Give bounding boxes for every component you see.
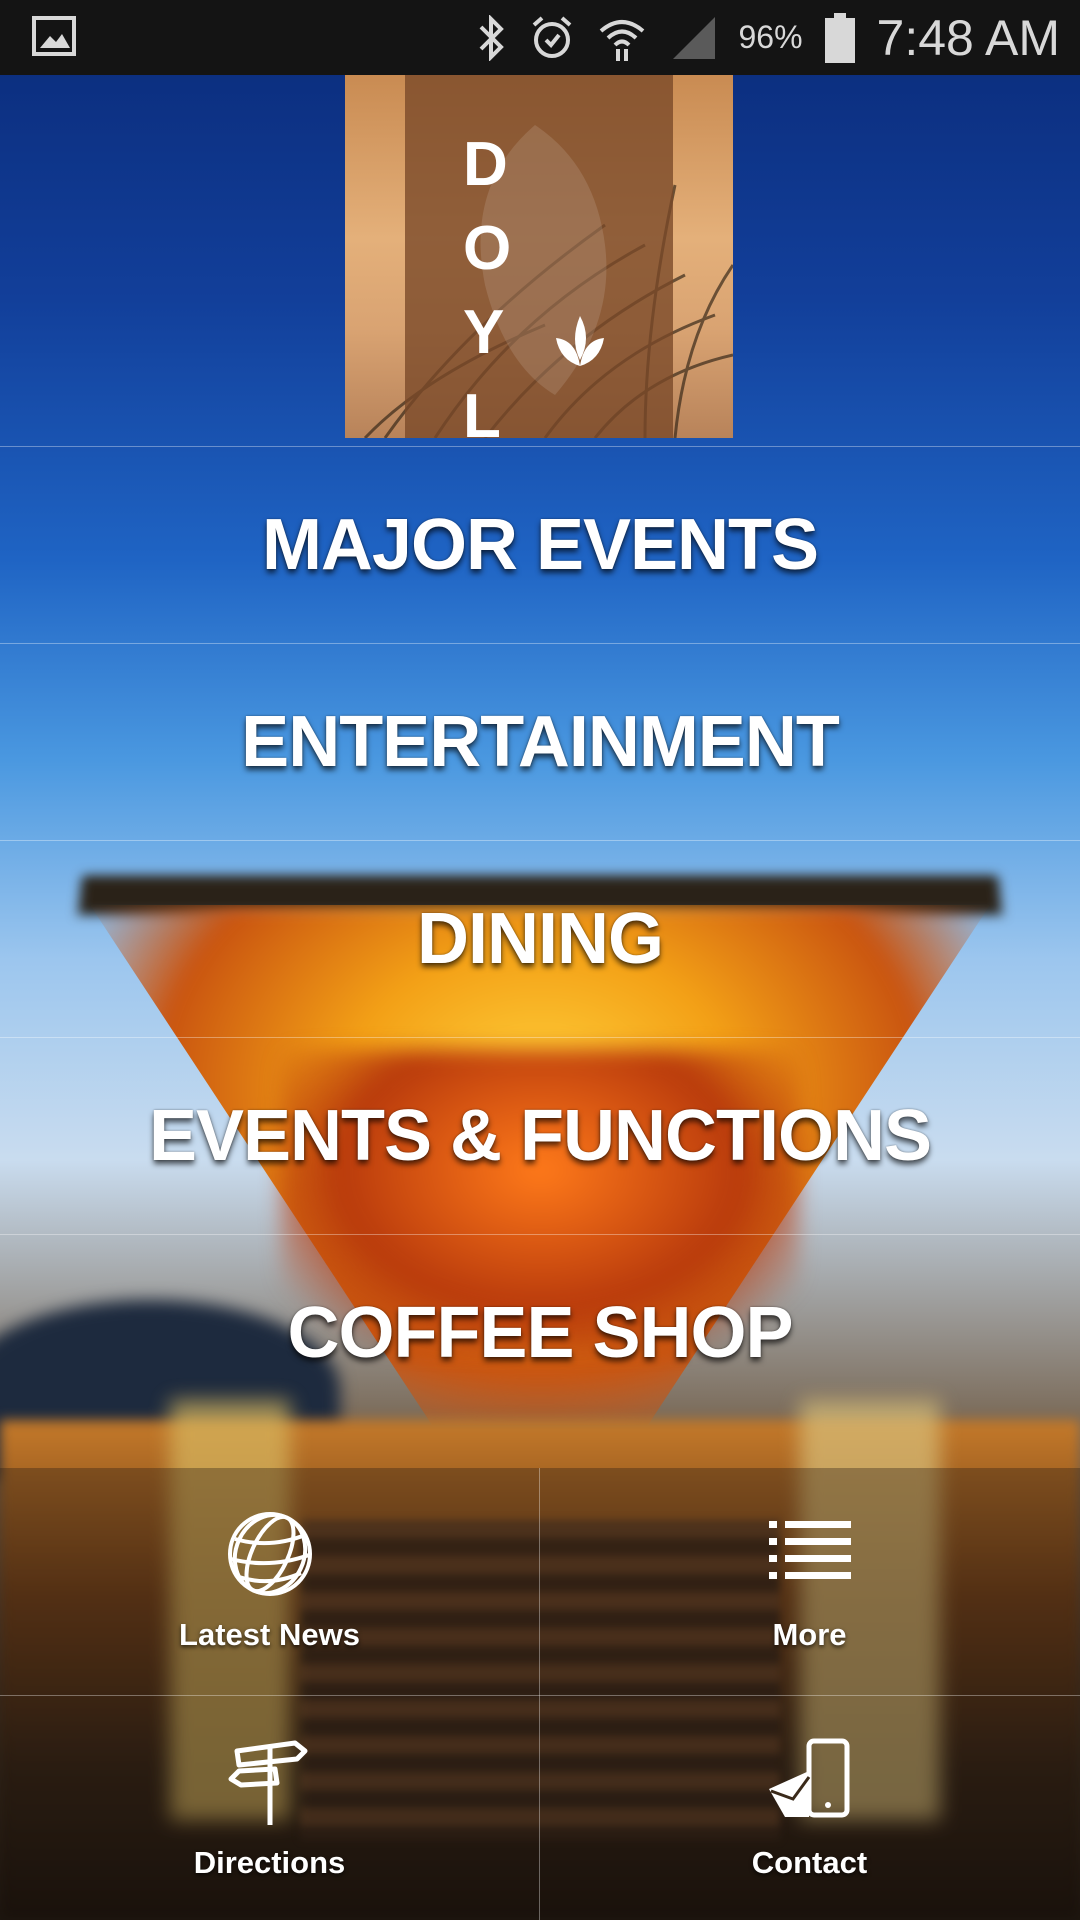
menu-item-dining[interactable]: DINING bbox=[0, 840, 1080, 1037]
wifi-icon bbox=[599, 19, 644, 61]
menu-item-entertainment[interactable]: ENTERTAINMENT bbox=[0, 643, 1080, 840]
alarm-icon bbox=[532, 15, 571, 58]
leaf-icon bbox=[556, 316, 604, 366]
doylo-logo: D O Y L O bbox=[345, 75, 733, 438]
clock: 7:48 AM bbox=[876, 9, 1060, 66]
menu-item-major-events[interactable]: MAJOR EVENTS bbox=[0, 446, 1080, 643]
latest-news-label: Latest News bbox=[179, 1617, 360, 1652]
gallery-icon bbox=[32, 16, 76, 56]
menu-item-label: ENTERTAINMENT bbox=[241, 702, 840, 782]
phone-message-icon bbox=[768, 1738, 849, 1818]
menu-item-coffee-shop[interactable]: COFFEE SHOP bbox=[0, 1234, 1080, 1431]
bottom-nav-grid: Latest News More Directions Contact bbox=[0, 1468, 1080, 1920]
battery-percent: 96% bbox=[738, 19, 803, 55]
contact-button[interactable]: Contact bbox=[540, 1696, 1079, 1920]
list-icon bbox=[768, 1521, 851, 1579]
status-bar: 96% 7:48 AM bbox=[0, 0, 1080, 75]
menu-item-label: EVENTS & FUNCTIONS bbox=[148, 1096, 932, 1176]
battery-icon bbox=[824, 12, 855, 63]
menu-item-events-functions[interactable]: EVENTS & FUNCTIONS bbox=[0, 1037, 1080, 1234]
more-label: More bbox=[772, 1617, 847, 1652]
menu-item-label: MAJOR EVENTS bbox=[261, 505, 819, 585]
bluetooth-icon bbox=[479, 14, 504, 61]
directions-button[interactable]: Directions bbox=[0, 1696, 539, 1920]
contact-label: Contact bbox=[751, 1845, 868, 1880]
menu-item-label: COFFEE SHOP bbox=[287, 1293, 793, 1373]
signal-icon bbox=[672, 16, 715, 59]
globe-icon bbox=[227, 1512, 312, 1596]
logo-letters: D O Y L O bbox=[463, 130, 546, 438]
latest-news-button[interactable]: Latest News bbox=[0, 1468, 539, 1694]
signpost-icon bbox=[228, 1740, 307, 1825]
directions-label: Directions bbox=[193, 1845, 346, 1880]
main-menu: MAJOR EVENTS ENTERTAINMENT DINING EVENTS… bbox=[0, 446, 1080, 1431]
menu-item-label: DINING bbox=[417, 899, 664, 979]
more-button[interactable]: More bbox=[540, 1468, 1079, 1694]
